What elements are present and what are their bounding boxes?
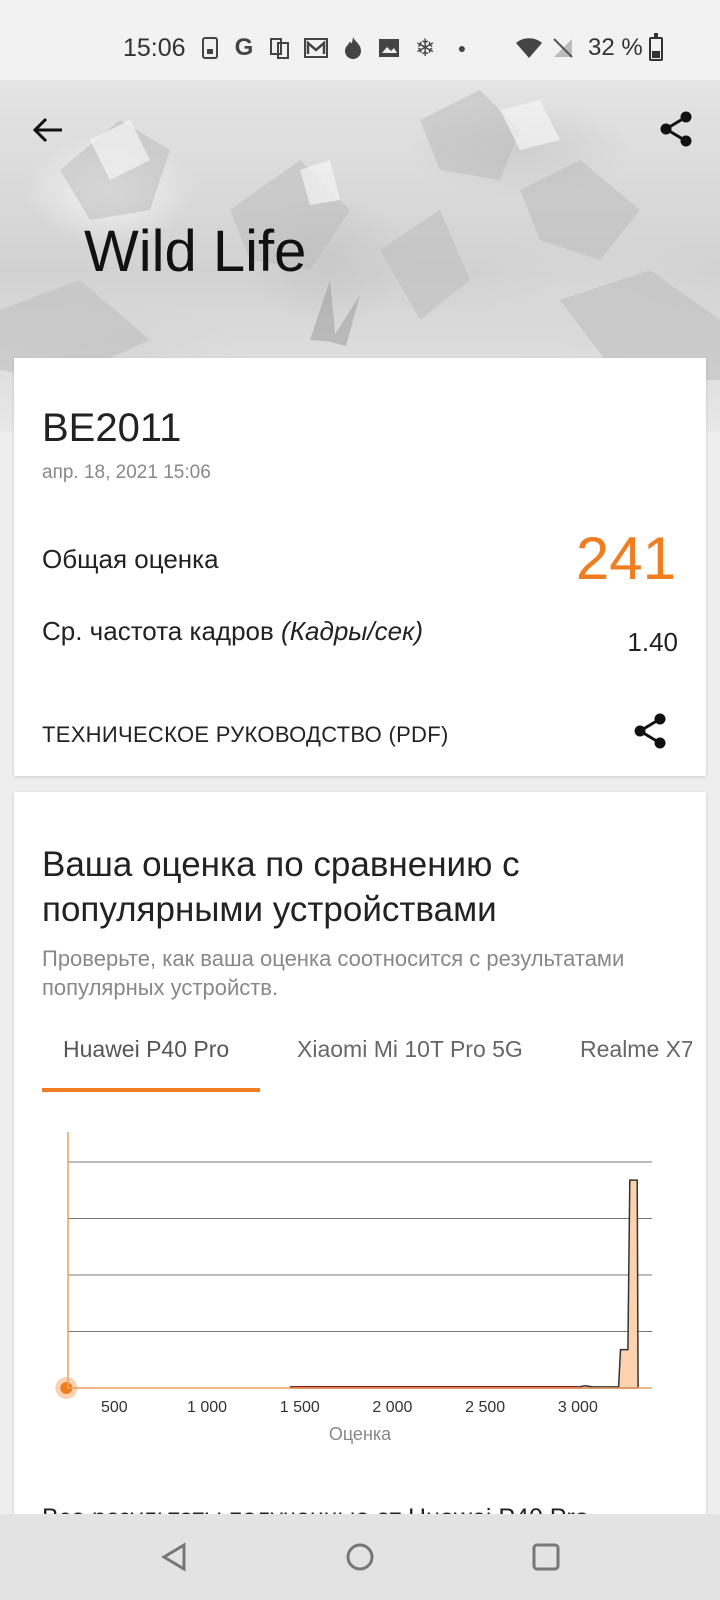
comparison-card: Ваша оценка по сравнению с популярными у… bbox=[14, 792, 706, 1532]
arrow-left-icon bbox=[32, 117, 62, 143]
system-nav-bar bbox=[0, 1514, 720, 1600]
overall-score-value: 241 bbox=[575, 525, 676, 592]
score-distribution-chart: 500 1 000 1 500 2 000 2 500 3 000 Оценка bbox=[55, 1132, 652, 1444]
x-tick-label: 1 500 bbox=[280, 1399, 320, 1416]
nav-back-button[interactable] bbox=[158, 1540, 192, 1574]
distribution-area bbox=[289, 1179, 639, 1389]
result-card: BE2011 апр. 18, 2021 15:06 Общая оценка … bbox=[14, 358, 706, 776]
x-tick-label: 3 000 bbox=[558, 1399, 598, 1416]
comparison-subtitle: Проверьте, как ваша оценка соотносится с… bbox=[42, 946, 625, 1000]
share-button[interactable] bbox=[658, 110, 698, 150]
tab-huawei-p40-pro[interactable]: Huawei P40 Pro bbox=[63, 1036, 229, 1063]
status-time: 15:06 bbox=[123, 34, 186, 62]
copy-icon bbox=[268, 36, 292, 60]
fire-icon bbox=[341, 36, 365, 60]
fps-label-text: Ср. частота кадров bbox=[42, 616, 282, 646]
google-icon: G bbox=[234, 34, 254, 61]
fps-unit: (Кадры/сек) bbox=[281, 616, 424, 646]
share-icon bbox=[634, 713, 666, 749]
chart-series bbox=[55, 1179, 639, 1399]
tab-xiaomi-mi-10t-pro-5g[interactable]: Xiaomi Mi 10T Pro 5G bbox=[297, 1036, 523, 1063]
page-title: Wild Life bbox=[84, 219, 307, 284]
battery-percent: 32 % bbox=[588, 34, 643, 61]
share-pdf-button[interactable] bbox=[632, 712, 672, 752]
nav-recents-button[interactable] bbox=[529, 1540, 563, 1574]
overall-score-label: Общая оценка bbox=[42, 544, 219, 574]
chart-tick-labels: 500 1 000 1 500 2 000 2 500 3 000 bbox=[101, 1399, 598, 1416]
back-button[interactable] bbox=[28, 110, 68, 150]
snowflake-icon: ❄ bbox=[414, 34, 436, 62]
fps-value: 1.40 bbox=[627, 627, 678, 657]
x-tick-label: 1 000 bbox=[187, 1399, 227, 1416]
x-tick-label: 2 000 bbox=[372, 1399, 412, 1416]
chart-x-axis-label: Оценка bbox=[329, 1424, 392, 1444]
share-icon bbox=[660, 111, 692, 147]
fps-label: Ср. частота кадров (Кадры/сек) bbox=[42, 616, 423, 647]
comparison-title: Ваша оценка по сравнению с популярными у… bbox=[42, 845, 520, 929]
battery-icon bbox=[649, 33, 663, 61]
technical-guide-link[interactable]: ТЕХНИЧЕСКОЕ РУКОВОДСТВО (PDF) bbox=[42, 722, 449, 748]
x-tick-label: 500 bbox=[101, 1399, 128, 1416]
gmail-icon bbox=[304, 36, 328, 60]
sim-icon bbox=[198, 36, 222, 60]
tab-realme-x7[interactable]: Realme X7 bbox=[580, 1036, 692, 1063]
image-icon bbox=[377, 36, 401, 60]
nav-home-button[interactable] bbox=[343, 1540, 377, 1574]
device-tabs: Huawei P40 Pro Xiaomi Mi 10T Pro 5G Real… bbox=[42, 1022, 692, 1094]
dot-icon: ● bbox=[457, 40, 467, 56]
no-signal-icon bbox=[551, 36, 575, 60]
wifi-icon bbox=[514, 36, 544, 60]
chart-axis bbox=[67, 1132, 652, 1389]
device-name: BE2011 bbox=[42, 406, 182, 450]
nav-home-icon bbox=[346, 1543, 374, 1571]
nav-recents-icon bbox=[532, 1543, 560, 1571]
x-tick-label: 2 500 bbox=[465, 1399, 505, 1416]
active-tab-indicator bbox=[42, 1088, 260, 1092]
status-bar: 15:06 G ❄ ● 32 % bbox=[0, 0, 720, 80]
nav-back-icon bbox=[161, 1542, 186, 1572]
result-date: апр. 18, 2021 15:06 bbox=[42, 462, 211, 483]
chart-grid bbox=[68, 1161, 652, 1332]
